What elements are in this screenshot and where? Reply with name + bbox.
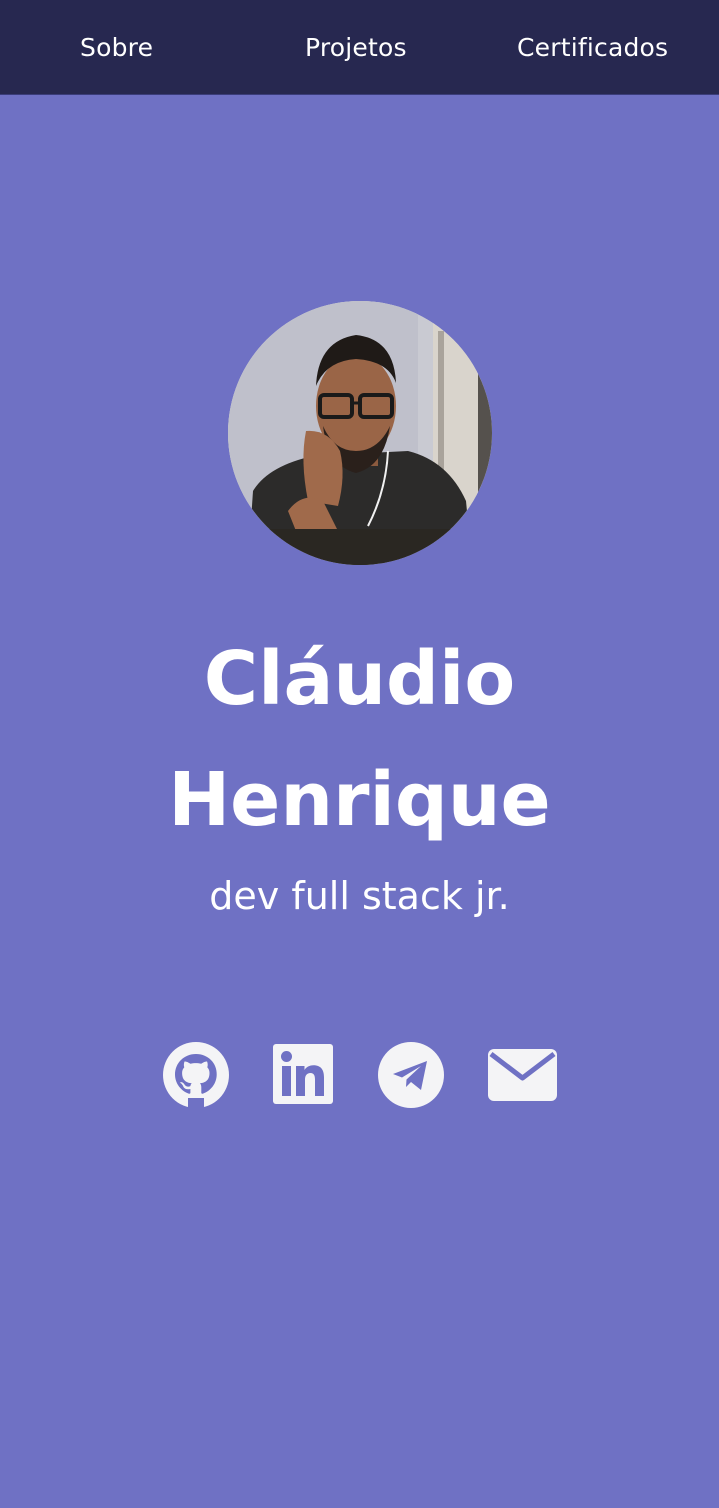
linkedin-icon bbox=[273, 1044, 333, 1104]
telegram-link[interactable] bbox=[377, 1040, 445, 1110]
profile-name-first: Cláudio bbox=[203, 636, 516, 722]
nav-link-projetos[interactable]: Projetos bbox=[305, 0, 407, 95]
profile-photo bbox=[228, 301, 492, 565]
telegram-icon bbox=[378, 1042, 444, 1108]
github-link[interactable] bbox=[162, 1040, 230, 1110]
profile-avatar bbox=[228, 301, 492, 565]
email-link[interactable] bbox=[487, 1040, 558, 1110]
nav-link-sobre[interactable]: Sobre bbox=[80, 0, 153, 95]
top-navbar: Sobre Projetos Certificados bbox=[0, 0, 719, 95]
email-icon bbox=[488, 1049, 557, 1101]
linkedin-link[interactable] bbox=[272, 1040, 334, 1110]
nav-link-certificados[interactable]: Certificados bbox=[517, 0, 668, 95]
profile-name-last: Henrique bbox=[168, 757, 551, 843]
github-icon bbox=[163, 1042, 229, 1108]
profile-role: dev full stack jr. bbox=[209, 874, 510, 918]
